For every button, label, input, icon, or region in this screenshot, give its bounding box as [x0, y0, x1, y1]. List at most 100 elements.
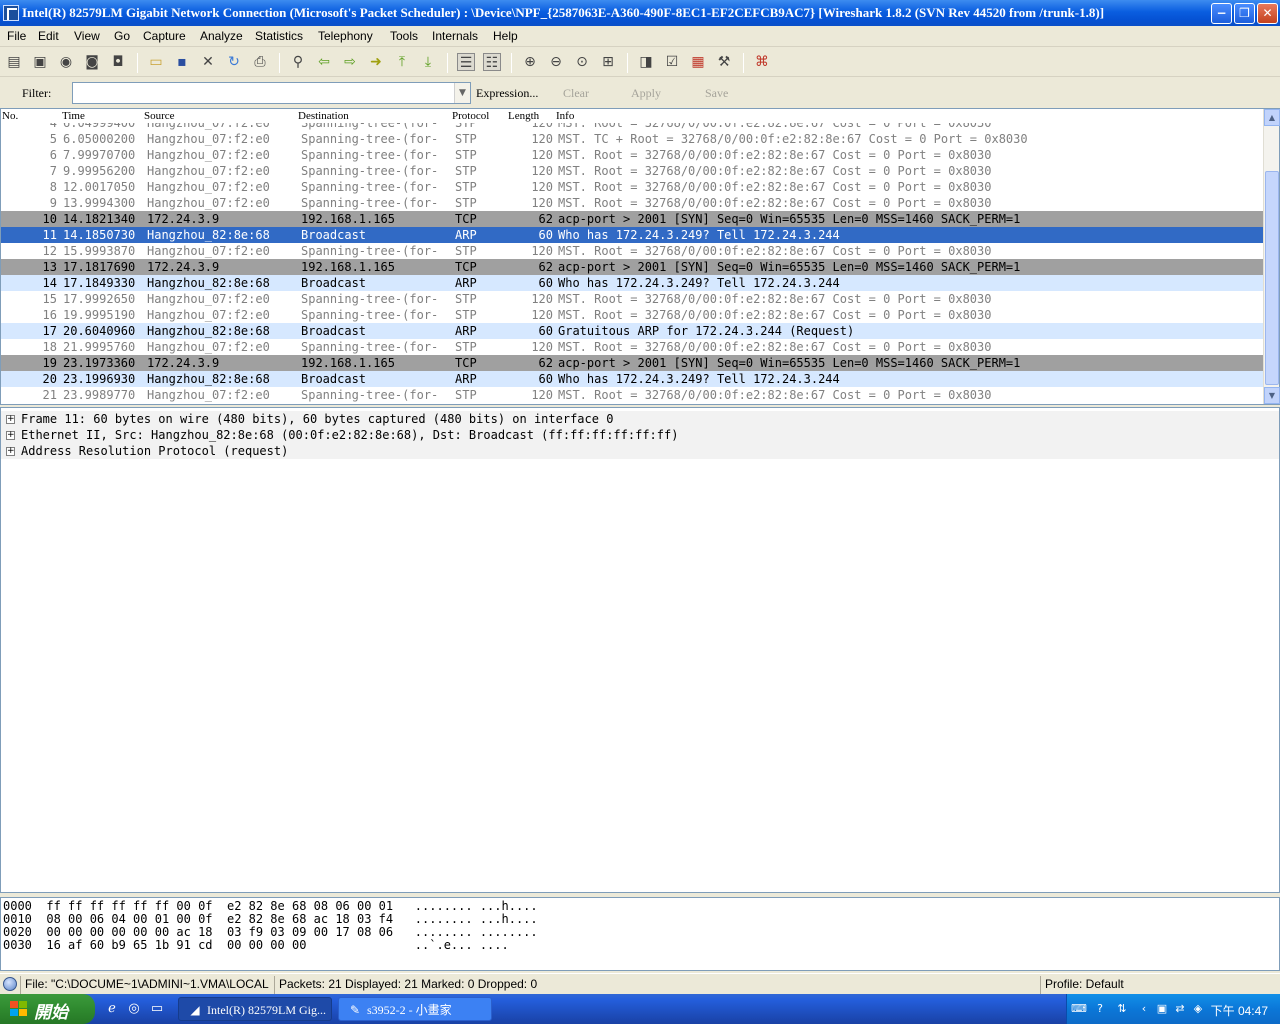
- apply-button[interactable]: Apply: [631, 86, 661, 101]
- menu-internals[interactable]: Internals: [432, 29, 478, 43]
- column-header-length[interactable]: Length: [508, 110, 539, 122]
- packet-row[interactable]: 16 19.9995190 Hangzhou_07:f2:e0 Spanning-tr…: [1, 307, 1263, 323]
- packet-list-scrollbar[interactable]: ▲ ▼: [1263, 109, 1280, 404]
- filter-input[interactable]: ▼: [72, 82, 471, 104]
- packet-row[interactable]: 9 13.9994300 Hangzhou_07:f2:e0 Spanning-tre…: [1, 195, 1263, 211]
- expand-icon[interactable]: +: [6, 447, 15, 456]
- preferences-icon[interactable]: ⚒: [715, 53, 733, 71]
- auto-scroll-icon[interactable]: ☷: [483, 53, 501, 71]
- detail-row-arp[interactable]: + Address Resolution Protocol (request): [1, 443, 1279, 459]
- go-forward-icon[interactable]: ⇨: [341, 53, 359, 71]
- packet-row[interactable]: 10 14.1821340 172.24.3.9 192.168.1.165 TCP 62…: [1, 211, 1263, 227]
- packet-row[interactable]: 14 17.1849330 Hangzhou_82:8e:68 Broadcast AR…: [1, 275, 1263, 291]
- packet-bytes-pane[interactable]: 0000 ff ff ff ff ff ff 00 0f e2 82 8e 68…: [0, 897, 1280, 971]
- capture-options-icon[interactable]: ▣: [31, 53, 49, 71]
- scrollbar-thumb[interactable]: [1265, 171, 1279, 385]
- network-icon[interactable]: ⇅: [1115, 1002, 1129, 1016]
- save-file-icon[interactable]: ▪: [173, 53, 191, 71]
- menu-telephony[interactable]: Telephony: [318, 29, 373, 43]
- menu-analyze[interactable]: Analyze: [200, 29, 243, 43]
- menu-capture[interactable]: Capture: [143, 29, 186, 43]
- help-icon[interactable]: ⌘: [753, 53, 771, 71]
- packet-row[interactable]: 19 23.1973360 172.24.3.9 192.168.1.165 TCP 62…: [1, 355, 1263, 371]
- packet-row[interactable]: 6 7.99970700 Hangzhou_07:f2:e0 Spanning-tre…: [1, 147, 1263, 163]
- go-back-icon[interactable]: ⇦: [315, 53, 333, 71]
- scroll-up-icon[interactable]: ▲: [1264, 109, 1280, 126]
- stop-capture-icon[interactable]: ◙: [83, 53, 101, 71]
- maximize-button[interactable]: ❒: [1234, 3, 1255, 24]
- keyboard-icon[interactable]: ⌨: [1071, 1002, 1087, 1016]
- restart-capture-icon[interactable]: ◘: [109, 53, 127, 71]
- clear-button[interactable]: Clear: [563, 86, 589, 101]
- help-tray-icon[interactable]: ?: [1093, 1002, 1107, 1016]
- packet-row[interactable]: 18 21.9995760 Hangzhou_07:f2:e0 Spanning-tr…: [1, 339, 1263, 355]
- packet-list-pane[interactable]: No. Time Source Destination Protocol Len…: [0, 108, 1280, 405]
- normal-size-icon[interactable]: ⊙: [573, 53, 591, 71]
- start-button[interactable]: 開始: [0, 994, 95, 1024]
- wireshark-app-icon[interactable]: [3, 5, 19, 21]
- zoom-out-icon[interactable]: ⊖: [547, 53, 565, 71]
- packet-row[interactable]: 17 20.6040960 Hangzhou_82:8e:68 Broadcast AR…: [1, 323, 1263, 339]
- resize-columns-icon[interactable]: ⊞: [599, 53, 617, 71]
- start-capture-icon[interactable]: ◉: [57, 53, 75, 71]
- colorize-icon[interactable]: ☰: [457, 53, 475, 71]
- packet-row[interactable]: 13 17.1817690 172.24.3.9 192.168.1.165 TCP 62…: [1, 259, 1263, 275]
- packet-row[interactable]: 12 15.9993870 Hangzhou_07:f2:e0 Spanning-tr…: [1, 243, 1263, 259]
- open-file-icon[interactable]: ▭: [147, 53, 165, 71]
- packet-row[interactable]: 21 23.9989770 Hangzhou_07:f2:e0 Spanning-tr…: [1, 387, 1263, 403]
- browser-icon[interactable]: ◎: [126, 1001, 142, 1017]
- close-button[interactable]: ✕: [1257, 3, 1278, 24]
- reload-icon[interactable]: ↻: [225, 53, 243, 71]
- go-to-packet-icon[interactable]: ➜: [367, 53, 385, 71]
- hex-row[interactable]: 0030 16 af 60 b9 65 1b 91 cd 00 00 00 00…: [3, 939, 509, 952]
- packet-row[interactable]: 7 9.99956200 Hangzhou_07:f2:e0 Spanning-tre…: [1, 163, 1263, 179]
- packet-row[interactable]: 20 23.1996930 Hangzhou_82:8e:68 Broadcast AR…: [1, 371, 1263, 387]
- find-packet-icon[interactable]: ⚲: [289, 53, 307, 71]
- chevron-down-icon[interactable]: ▼: [454, 83, 470, 103]
- menu-tools[interactable]: Tools: [390, 29, 418, 43]
- packet-row[interactable]: 8 12.0017050 Hangzhou_07:f2:e0 Spanning-tre…: [1, 179, 1263, 195]
- expand-icon[interactable]: +: [6, 415, 15, 424]
- expert-info-icon[interactable]: [3, 977, 17, 991]
- menu-statistics[interactable]: Statistics: [255, 29, 303, 43]
- security-icon[interactable]: ◈: [1191, 1002, 1205, 1016]
- menu-file[interactable]: File: [7, 29, 26, 43]
- menu-edit[interactable]: Edit: [38, 29, 59, 43]
- column-header-time[interactable]: Time: [62, 110, 85, 122]
- display-filters-icon[interactable]: ☑: [663, 53, 681, 71]
- print-icon[interactable]: ⎙: [251, 53, 269, 71]
- title-bar[interactable]: Intel(R) 82579LM Gigabit Network Connect…: [0, 0, 1280, 26]
- status-profile[interactable]: Profile: Default: [1040, 976, 1278, 994]
- menu-view[interactable]: View: [74, 29, 100, 43]
- expand-icon[interactable]: +: [6, 431, 15, 440]
- column-header-destination[interactable]: Destination: [298, 110, 349, 122]
- detail-row-ethernet[interactable]: + Ethernet II, Src: Hangzhou_82:8e:68 (0…: [1, 427, 1279, 443]
- packet-row[interactable]: 15 17.9992650 Hangzhou_07:f2:e0 Spanning-tr…: [1, 291, 1263, 307]
- internet-explorer-icon[interactable]: ℯ: [104, 1001, 120, 1017]
- column-header-no[interactable]: No.: [2, 110, 18, 122]
- zoom-in-icon[interactable]: ⊕: [521, 53, 539, 71]
- column-header-source[interactable]: Source: [144, 110, 175, 122]
- menu-help[interactable]: Help: [493, 29, 518, 43]
- packet-row[interactable]: 11 14.1850730 Hangzhou_82:8e:68 Broadcast AR…: [1, 227, 1263, 243]
- task-paint[interactable]: ✎ s3952-2 - 小畫家: [338, 997, 492, 1021]
- interfaces-icon[interactable]: ▤: [5, 53, 23, 71]
- scroll-down-icon[interactable]: ▼: [1264, 387, 1280, 404]
- packet-row[interactable]: 5 6.05000200 Hangzhou_07:f2:e0 Spanning-tre…: [1, 131, 1263, 147]
- minimize-button[interactable]: −: [1211, 3, 1232, 24]
- column-header-protocol[interactable]: Protocol: [452, 110, 489, 122]
- go-first-packet-icon[interactable]: ⤒: [393, 53, 411, 71]
- capture-filters-icon[interactable]: ◨: [637, 53, 655, 71]
- packet-row[interactable]: 4 6.04999400 Hangzhou_07:f2:e0 Spanning-tre…: [1, 123, 1263, 131]
- go-last-packet-icon[interactable]: ⤓: [419, 53, 437, 71]
- show-desktop-icon[interactable]: ▭: [149, 1001, 165, 1017]
- menu-go[interactable]: Go: [114, 29, 130, 43]
- packet-details-pane[interactable]: + Frame 11: 60 bytes on wire (480 bits),…: [0, 407, 1280, 893]
- monitor-icon[interactable]: ▣: [1155, 1002, 1169, 1016]
- clock[interactable]: 下午 04:47: [1211, 1002, 1268, 1019]
- close-file-icon[interactable]: ✕: [199, 53, 217, 71]
- connection-icon[interactable]: ⇄: [1173, 1002, 1187, 1016]
- save-button[interactable]: Save: [705, 86, 728, 101]
- detail-row-frame[interactable]: + Frame 11: 60 bytes on wire (480 bits),…: [1, 411, 1279, 427]
- column-header-info[interactable]: Info: [556, 110, 574, 122]
